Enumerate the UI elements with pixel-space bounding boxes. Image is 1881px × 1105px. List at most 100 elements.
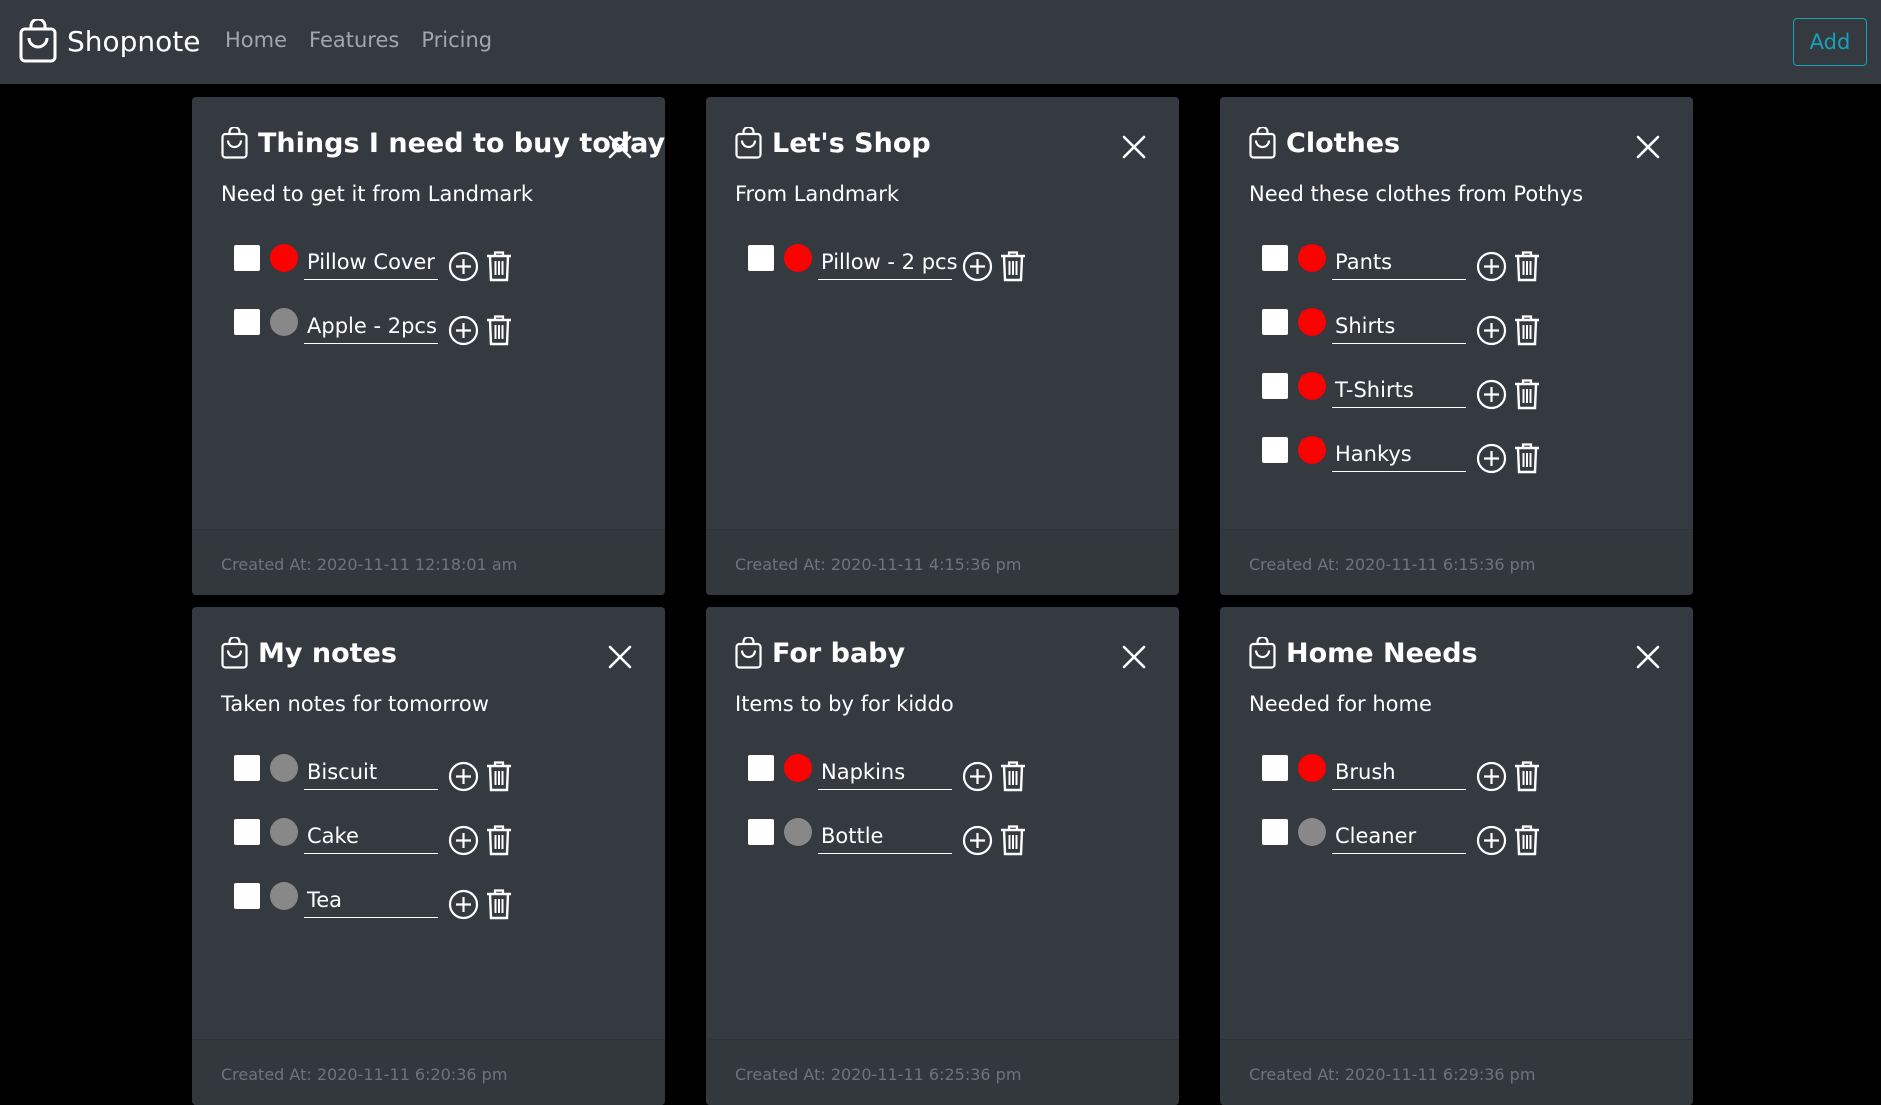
nav-links: Home Features Pricing (225, 28, 492, 52)
item-name-input[interactable]: Pants (1332, 249, 1466, 280)
list-item: Cake (234, 818, 534, 883)
card-footer: Created At: 2020-11-11 6:25:36 pm (706, 1039, 1179, 1105)
priority-dot[interactable] (270, 882, 298, 910)
item-checkbox[interactable] (234, 245, 260, 271)
item-checkbox[interactable] (1262, 309, 1288, 335)
add-circle-icon[interactable] (1476, 315, 1507, 346)
add-circle-icon[interactable] (962, 251, 993, 282)
trash-icon[interactable] (485, 760, 513, 792)
trash-icon[interactable] (485, 314, 513, 346)
item-checkbox[interactable] (1262, 245, 1288, 271)
card-description: Needed for home (1249, 692, 1432, 716)
add-circle-icon[interactable] (448, 315, 479, 346)
item-list: Pillow - 2 pcs (748, 244, 1048, 309)
note-card: Clothes Need these clothes from Pothys Pan… (1220, 97, 1693, 595)
close-icon[interactable] (1635, 644, 1661, 670)
nav-link-home[interactable]: Home (225, 28, 287, 52)
priority-dot[interactable] (270, 818, 298, 846)
trash-icon[interactable] (999, 250, 1027, 282)
priority-dot[interactable] (270, 308, 298, 336)
add-circle-icon[interactable] (448, 889, 479, 920)
trash-icon[interactable] (999, 824, 1027, 856)
created-at: Created At: 2020-11-11 6:29:36 pm (1249, 1065, 1536, 1084)
card-description: Need to get it from Landmark (221, 182, 534, 206)
priority-dot[interactable] (1298, 436, 1326, 464)
nav-link-pricing[interactable]: Pricing (421, 28, 492, 52)
priority-dot[interactable] (1298, 372, 1326, 400)
item-name-input[interactable]: Shirts (1332, 313, 1466, 344)
priority-dot[interactable] (1298, 244, 1326, 272)
add-circle-icon[interactable] (1476, 443, 1507, 474)
item-name-input[interactable]: T-Shirts (1332, 377, 1466, 408)
item-name-input[interactable]: Bottle (818, 823, 952, 854)
card-header: Clothes (1249, 127, 1400, 159)
item-checkbox[interactable] (1262, 755, 1288, 781)
trash-icon[interactable] (1513, 760, 1541, 792)
add-circle-icon[interactable] (448, 761, 479, 792)
card-header: Things I need to buy today (221, 127, 665, 159)
item-checkbox[interactable] (234, 309, 260, 335)
card-description: Need these clothes from Pothys (1249, 182, 1584, 206)
add-circle-icon[interactable] (1476, 379, 1507, 410)
note-card: Things I need to buy today Need to get it… (192, 97, 665, 595)
list-item: Bottle (748, 818, 1048, 883)
item-checkbox[interactable] (234, 883, 260, 909)
priority-dot[interactable] (1298, 308, 1326, 336)
item-checkbox[interactable] (748, 819, 774, 845)
item-name-input[interactable]: Cleaner (1332, 823, 1466, 854)
trash-icon[interactable] (1513, 250, 1541, 282)
item-name-input[interactable]: Pillow - 2 pcs (818, 249, 958, 280)
priority-dot[interactable] (270, 754, 298, 782)
trash-icon[interactable] (1513, 314, 1541, 346)
item-list: Napkins Bottle (748, 754, 1048, 883)
trash-icon[interactable] (485, 888, 513, 920)
add-button[interactable]: Add (1793, 18, 1867, 66)
add-circle-icon[interactable] (962, 825, 993, 856)
add-circle-icon[interactable] (962, 761, 993, 792)
add-circle-icon[interactable] (448, 825, 479, 856)
item-name-input[interactable]: Apple - 2pcs (304, 313, 438, 344)
brand-name: Shopnote (67, 24, 201, 58)
item-checkbox[interactable] (1262, 819, 1288, 845)
list-item: Cleaner (1262, 818, 1562, 883)
add-circle-icon[interactable] (1476, 761, 1507, 792)
item-name-input[interactable]: Biscuit (304, 759, 438, 790)
nav-link-features[interactable]: Features (309, 28, 399, 52)
trash-icon[interactable] (485, 824, 513, 856)
item-checkbox[interactable] (234, 755, 260, 781)
priority-dot[interactable] (1298, 818, 1326, 846)
priority-dot[interactable] (784, 818, 812, 846)
trash-icon[interactable] (1513, 824, 1541, 856)
card-title: Home Needs (1286, 637, 1478, 669)
item-name-input[interactable]: Brush (1332, 759, 1466, 790)
item-name-input[interactable]: Tea (304, 887, 438, 918)
card-footer: Created At: 2020-11-11 6:29:36 pm (1220, 1039, 1693, 1105)
item-name-input[interactable]: Cake (304, 823, 438, 854)
add-circle-icon[interactable] (1476, 825, 1507, 856)
brand[interactable]: Shopnote (19, 19, 201, 63)
item-checkbox[interactable] (748, 755, 774, 781)
trash-icon[interactable] (485, 250, 513, 282)
add-circle-icon[interactable] (448, 251, 479, 282)
item-name-input[interactable]: Pillow Cover (304, 249, 438, 280)
trash-icon[interactable] (1513, 378, 1541, 410)
item-checkbox[interactable] (748, 245, 774, 271)
item-name-input[interactable]: Napkins (818, 759, 952, 790)
priority-dot[interactable] (784, 244, 812, 272)
item-checkbox[interactable] (1262, 437, 1288, 463)
close-icon[interactable] (1635, 134, 1661, 160)
close-icon[interactable] (1121, 644, 1147, 670)
item-checkbox[interactable] (1262, 373, 1288, 399)
close-icon[interactable] (1121, 134, 1147, 160)
item-name-input[interactable]: Hankys (1332, 441, 1466, 472)
priority-dot[interactable] (784, 754, 812, 782)
close-icon[interactable] (607, 134, 633, 160)
trash-icon[interactable] (999, 760, 1027, 792)
card-description: Taken notes for tomorrow (221, 692, 489, 716)
priority-dot[interactable] (1298, 754, 1326, 782)
add-circle-icon[interactable] (1476, 251, 1507, 282)
trash-icon[interactable] (1513, 442, 1541, 474)
close-icon[interactable] (607, 644, 633, 670)
item-checkbox[interactable] (234, 819, 260, 845)
priority-dot[interactable] (270, 244, 298, 272)
